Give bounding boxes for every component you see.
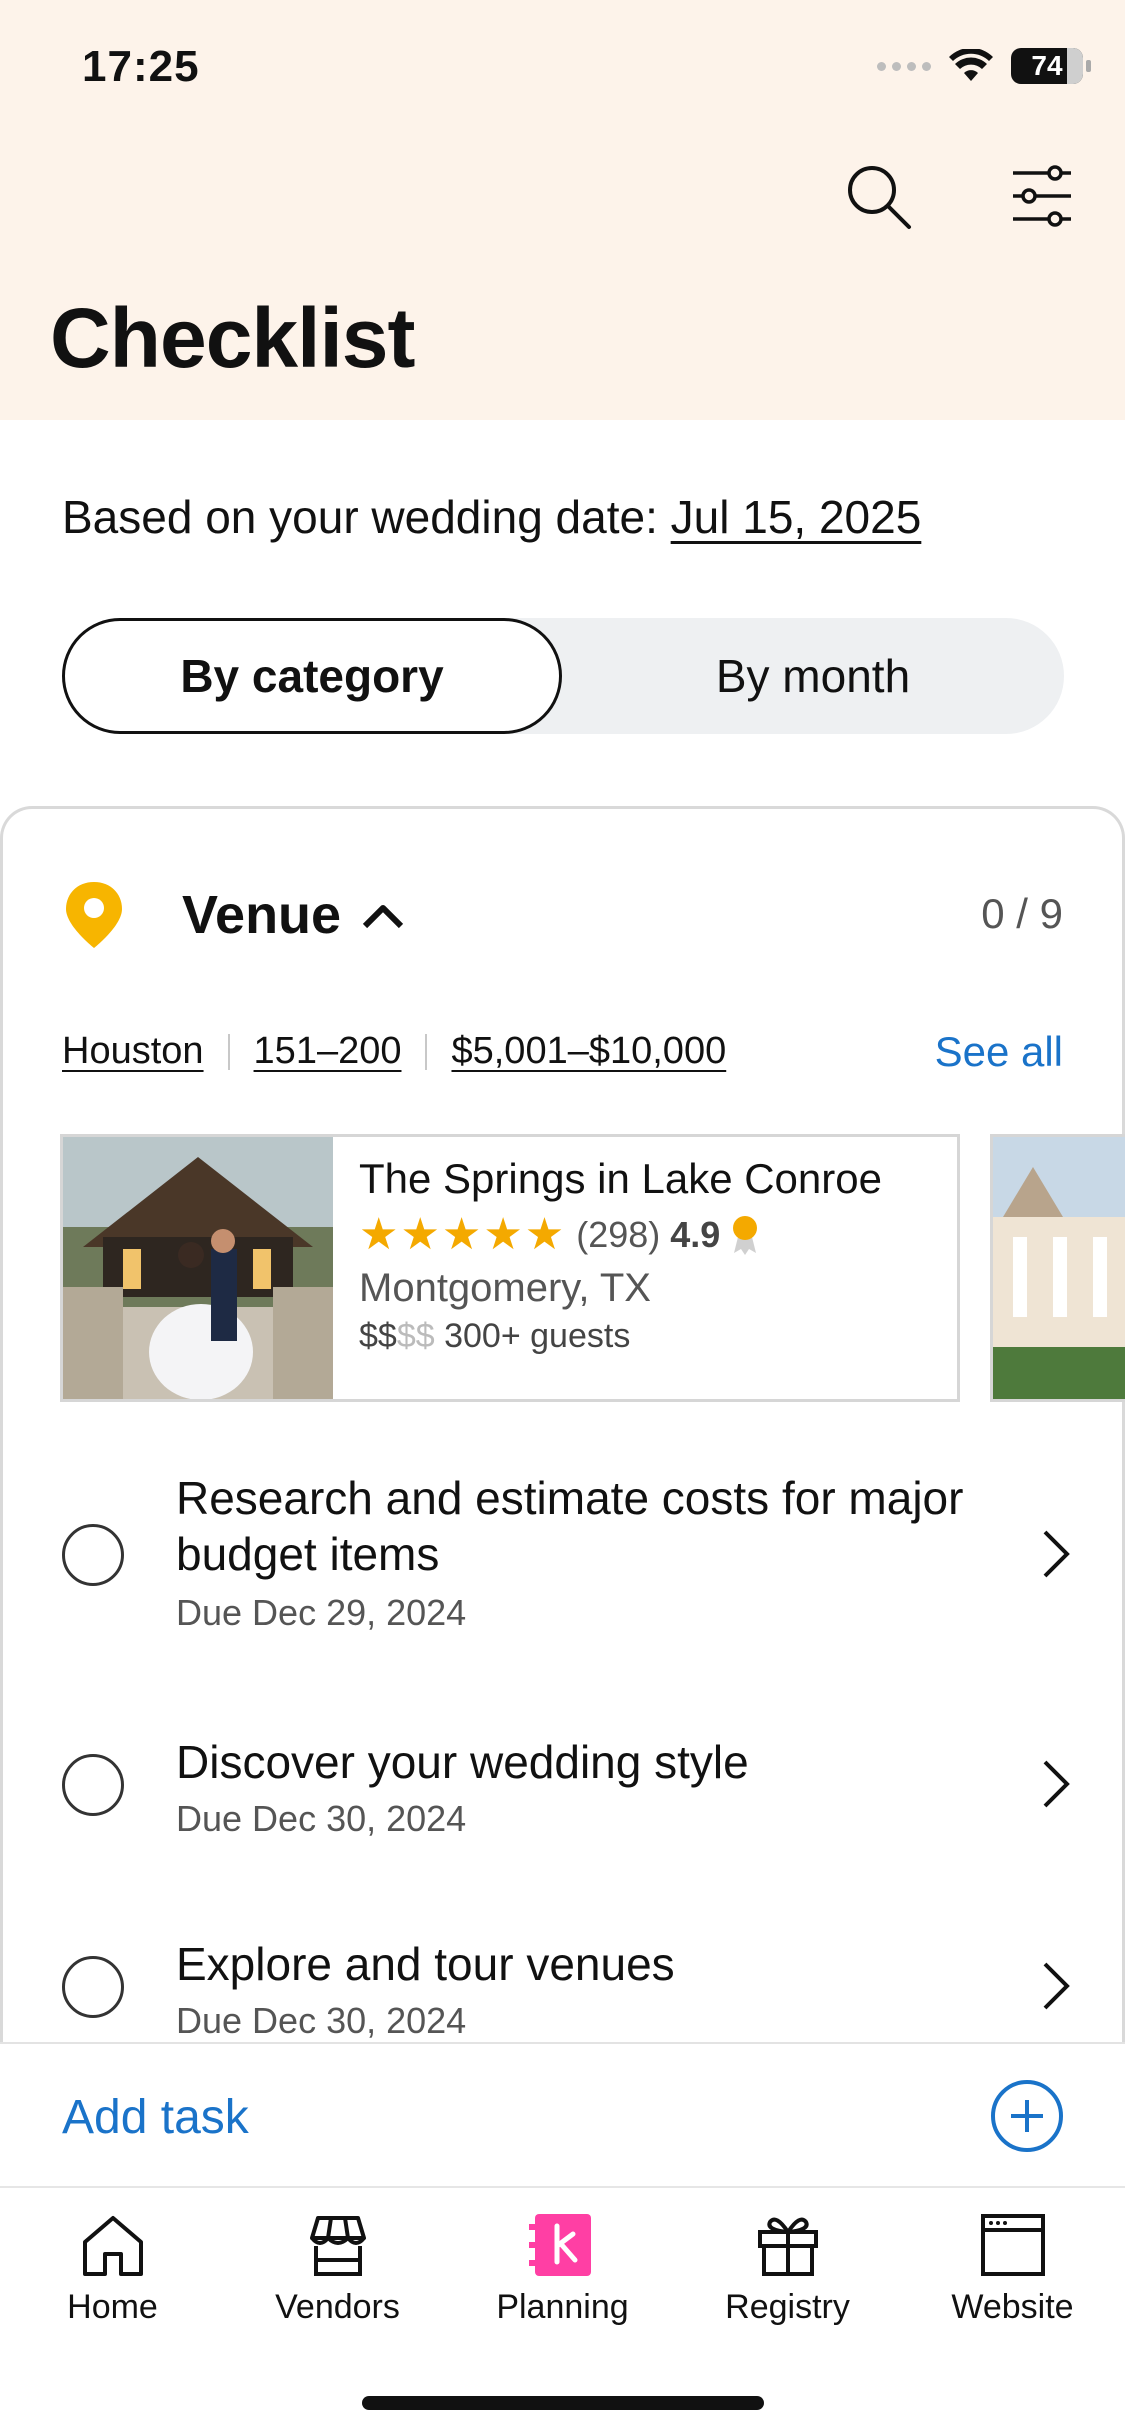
- page-title: Checklist: [50, 291, 415, 385]
- task-checkbox[interactable]: [62, 1524, 124, 1586]
- price-level-inactive: $$: [396, 1317, 435, 1355]
- tab-website[interactable]: Website: [900, 2212, 1125, 2327]
- storefront-icon: [309, 2216, 366, 2276]
- filter-budget[interactable]: $5,001–$10,000: [451, 1030, 726, 1073]
- tab-label: Planning: [496, 2288, 629, 2326]
- tab-label: Vendors: [275, 2288, 400, 2326]
- tab-vendors[interactable]: Vendors: [225, 2212, 450, 2327]
- planning-icon: [528, 2214, 591, 2276]
- vendor-location: Montgomery, TX: [359, 1266, 651, 1310]
- price-level-active: $$: [359, 1317, 397, 1355]
- vendor-price-capacity: $$$$ 300+ guests: [359, 1317, 882, 1356]
- wedding-date-link[interactable]: Jul 15, 2025: [671, 491, 922, 543]
- guest-capacity: 300+ guests: [444, 1317, 631, 1355]
- add-task-bar: Add task: [0, 2042, 1125, 2186]
- task-due-date: Due Dec 30, 2024: [176, 1798, 467, 1839]
- category-header[interactable]: Venue: [182, 884, 405, 946]
- vendor-info: The Springs in Lake Conroe ★★★★★ (298) 4…: [333, 1137, 908, 1399]
- task-row[interactable]: Discover your wedding style Due Dec 30, …: [0, 1734, 1125, 1864]
- search-icon: [848, 166, 911, 229]
- chevron-right-icon: [1043, 1962, 1070, 2010]
- star-rating-icon: ★★★★★: [359, 1210, 567, 1259]
- tab-label: Home: [67, 2288, 158, 2326]
- battery-icon: 74: [1011, 48, 1091, 84]
- tab-planning[interactable]: Planning: [450, 2212, 675, 2327]
- screen: 17:25 74 Checklist Based on your wedding…: [0, 0, 1125, 2436]
- filter-button[interactable]: [1002, 156, 1082, 236]
- next-vendor-card[interactable]: [990, 1134, 1125, 1402]
- task-row[interactable]: Explore and tour venues Due Dec 30, 2024: [0, 1936, 1125, 2042]
- chevron-right-icon: [1043, 1760, 1070, 1808]
- location-pin-icon: [66, 882, 122, 948]
- plus-icon: [1011, 2100, 1043, 2132]
- vendor-photo: [63, 1137, 333, 1399]
- award-badge-icon: [733, 1215, 758, 1255]
- status-time: 17:25: [82, 42, 200, 91]
- vendor-rating: ★★★★★ (298) 4.9: [359, 1209, 882, 1260]
- home-indicator[interactable]: [362, 2396, 764, 2410]
- chevron-right-icon: [1043, 1530, 1070, 1578]
- cellular-signal-icon: [877, 61, 931, 71]
- vendor-name: The Springs in Lake Conroe: [359, 1155, 882, 1202]
- category-progress-count: 0 / 9: [981, 890, 1063, 937]
- task-due-date: Due Dec 30, 2024: [176, 2000, 467, 2041]
- header: 17:25 74 Checklist: [0, 0, 1125, 420]
- home-icon: [82, 2216, 143, 2276]
- search-button[interactable]: [838, 156, 918, 236]
- wedding-date-prefix: Based on your wedding date:: [62, 491, 671, 543]
- vendor-filters: Houston 151–200 $5,001–$10,000: [62, 1030, 726, 1073]
- task-title: Discover your wedding style: [176, 1736, 749, 1788]
- by-month-tab[interactable]: By month: [562, 618, 1064, 734]
- task-due-date: Due Dec 29, 2024: [176, 1592, 467, 1633]
- tab-registry[interactable]: Registry: [675, 2212, 900, 2327]
- tab-label: Registry: [725, 2288, 850, 2326]
- rating-score: 4.9: [670, 1213, 721, 1255]
- wedding-date-row: Based on your wedding date: Jul 15, 2025: [62, 490, 921, 544]
- task-checkbox[interactable]: [62, 1956, 124, 2018]
- tab-home[interactable]: Home: [0, 2212, 225, 2327]
- see-all-link[interactable]: See all: [935, 1028, 1063, 1076]
- battery-level: 74: [1031, 50, 1063, 81]
- wifi-icon: [949, 49, 993, 81]
- chevron-up-icon: [362, 905, 404, 929]
- browser-window-icon: [980, 2214, 1045, 2276]
- view-toggle: By month By category: [62, 618, 1064, 734]
- category-name: Venue: [182, 885, 342, 945]
- sliders-icon: [1013, 165, 1071, 227]
- by-category-tab[interactable]: By category: [62, 618, 562, 734]
- task-row[interactable]: Research and estimate costs for major bu…: [0, 1470, 1125, 1650]
- review-count: (298): [576, 1213, 661, 1255]
- vendor-card[interactable]: The Springs in Lake Conroe ★★★★★ (298) 4…: [60, 1134, 960, 1402]
- gift-icon: [757, 2217, 818, 2276]
- tab-label: Website: [951, 2288, 1074, 2326]
- add-task-button[interactable]: Add task: [62, 2090, 249, 2145]
- divider: [227, 1033, 230, 1070]
- task-title: Research and estimate costs for major bu…: [176, 1472, 964, 1580]
- status-indicators: 74: [877, 48, 1091, 84]
- filter-location[interactable]: Houston: [62, 1030, 204, 1073]
- add-task-plus-button[interactable]: [991, 2080, 1063, 2152]
- divider: [425, 1033, 428, 1070]
- task-title: Explore and tour venues: [176, 1938, 675, 1990]
- task-checkbox[interactable]: [62, 1754, 124, 1816]
- filter-guest-count[interactable]: 151–200: [254, 1030, 402, 1073]
